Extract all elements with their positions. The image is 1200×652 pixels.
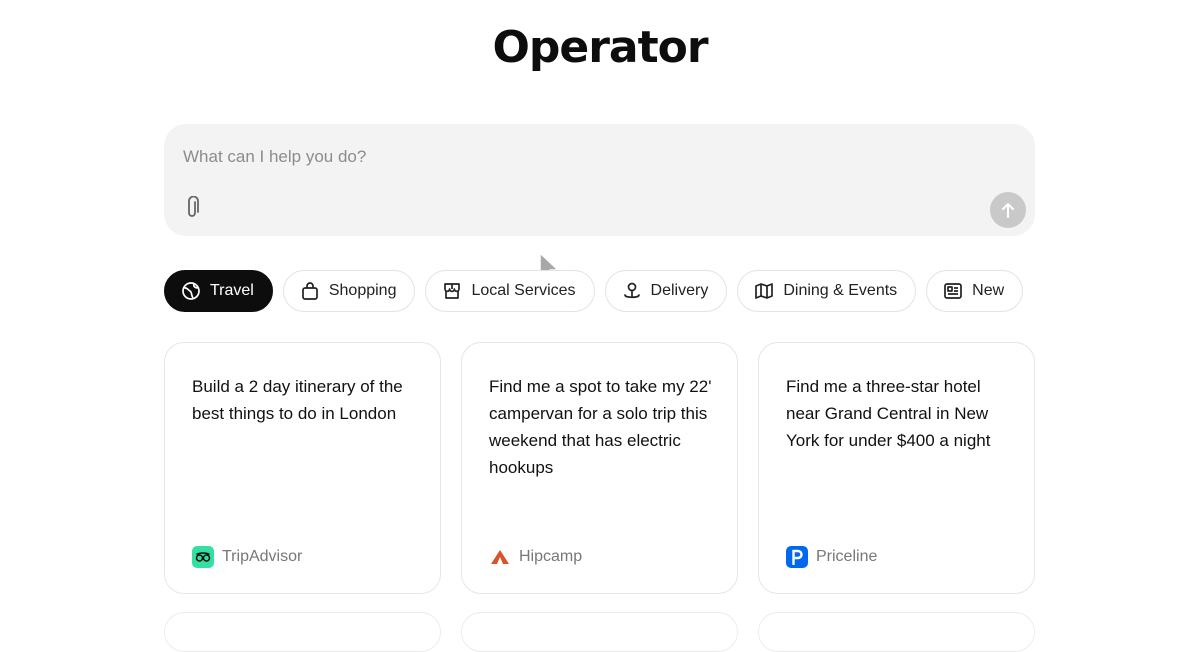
card-prompt: Find me a spot to take my 22' campervan … (489, 377, 712, 477)
tab-label: Delivery (650, 282, 709, 299)
card-source: TripAdvisor (192, 546, 302, 568)
source-name: TripAdvisor (222, 548, 303, 565)
source-name: Priceline (816, 548, 878, 565)
card-prompt: Build a 2 day itinerary of the best thin… (192, 377, 403, 423)
prompt-input[interactable] (181, 142, 985, 172)
globe-icon (182, 282, 200, 300)
arrow-up-icon (1002, 203, 1014, 218)
tab-travel[interactable]: Travel (164, 270, 273, 312)
card-source: Hipcamp (489, 546, 582, 568)
suggestion-card[interactable] (758, 612, 1035, 652)
card-prompt: Find me a three-star hotel near Grand Ce… (786, 377, 991, 450)
tab-label: New (972, 282, 1005, 299)
tab-label: Shopping (328, 282, 397, 299)
map-pin-icon (623, 282, 640, 299)
tab-delivery[interactable]: Delivery (604, 270, 728, 312)
tab-news[interactable]: New (926, 270, 1024, 312)
tab-label: Dining & Events (783, 282, 898, 299)
source-name: Hipcamp (519, 548, 583, 565)
attach-button[interactable] (180, 196, 204, 220)
card-source: Priceline (786, 546, 877, 568)
shopping-bag-icon (302, 282, 318, 300)
suggestion-card[interactable]: Build a 2 day itinerary of the best thin… (164, 342, 441, 594)
tab-dining-events[interactable]: Dining & Events (737, 270, 917, 312)
priceline-logo-icon (786, 546, 808, 568)
map-icon (755, 283, 774, 299)
prompt-composer (164, 124, 1035, 236)
storefront-icon (444, 283, 461, 299)
tripadvisor-logo-icon (192, 546, 214, 568)
tab-label: Local Services (471, 282, 576, 299)
category-tabs: Travel Shopping Local Services Delivery … (164, 270, 1038, 316)
app-title: Operator (492, 22, 708, 73)
tab-local-services[interactable]: Local Services (425, 270, 595, 312)
suggestion-card[interactable]: Find me a spot to take my 22' campervan … (461, 342, 738, 594)
newspaper-icon (944, 283, 963, 299)
paperclip-icon (188, 196, 199, 217)
suggestion-card[interactable] (164, 612, 441, 652)
hipcamp-logo-icon (489, 546, 511, 568)
suggestion-card[interactable]: Find me a three-star hotel near Grand Ce… (758, 342, 1035, 594)
suggestion-card[interactable] (461, 612, 738, 652)
tab-label: Travel (210, 282, 254, 299)
send-button[interactable] (990, 192, 1026, 228)
tab-shopping[interactable]: Shopping (282, 270, 416, 312)
